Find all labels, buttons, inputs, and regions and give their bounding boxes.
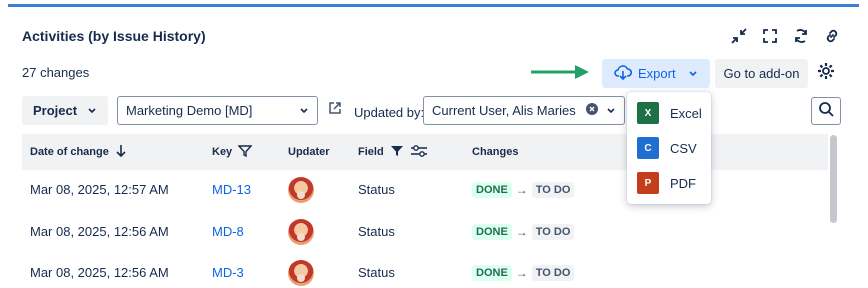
export-csv-item[interactable]: C CSV bbox=[627, 131, 711, 165]
row-key-link[interactable]: MD-13 bbox=[212, 169, 251, 210]
go-to-addon-button[interactable]: Go to add-on bbox=[715, 59, 808, 88]
row-date: Mar 08, 2025, 12:57 AM bbox=[30, 182, 169, 197]
export-excel-label: Excel bbox=[670, 105, 702, 121]
export-label: Export bbox=[638, 66, 676, 81]
avatar[interactable] bbox=[288, 176, 314, 203]
column-field-label: Field bbox=[358, 146, 384, 158]
vertical-scrollbar[interactable] bbox=[830, 135, 837, 223]
search-icon bbox=[818, 101, 834, 122]
updater-select-value: Current User, Alis Maries bbox=[432, 103, 576, 118]
column-updater-label: Updater bbox=[288, 146, 330, 158]
column-updater: Updater bbox=[288, 134, 330, 170]
row-field: Status bbox=[358, 182, 395, 197]
filter-active-icon[interactable] bbox=[390, 145, 404, 160]
row-changes: DONE → TO DO bbox=[472, 211, 575, 252]
column-date[interactable]: Date of change bbox=[30, 134, 127, 170]
clear-icon[interactable] bbox=[586, 103, 598, 118]
sliders-icon[interactable] bbox=[410, 144, 428, 161]
column-field[interactable]: Field bbox=[358, 134, 428, 170]
search-button[interactable] bbox=[811, 97, 841, 125]
settings-button[interactable] bbox=[814, 60, 838, 86]
project-label: Project bbox=[33, 103, 78, 118]
avatar[interactable] bbox=[288, 259, 314, 286]
panel-actions bbox=[729, 26, 841, 45]
column-key-label: Key bbox=[212, 146, 233, 158]
table-row: Mar 08, 2025, 12:56 AM MD-3 Status DONE … bbox=[22, 252, 828, 288]
cloud-download-icon bbox=[614, 64, 633, 83]
updater-select[interactable]: Current User, Alis Maries bbox=[423, 96, 625, 125]
csv-file-icon: C bbox=[637, 137, 659, 159]
collapse-icon[interactable] bbox=[729, 26, 748, 45]
export-csv-label: CSV bbox=[670, 140, 697, 156]
status-badge-to: TO DO bbox=[531, 264, 575, 281]
project-select[interactable]: Marketing Demo [MD] bbox=[117, 96, 318, 125]
updated-by-label: Updated by: bbox=[354, 105, 425, 120]
arrow-right-icon: → bbox=[515, 265, 528, 280]
status-badge-from: DONE bbox=[472, 181, 512, 198]
chevron-down-icon bbox=[606, 103, 616, 118]
row-date: Mar 08, 2025, 12:56 AM bbox=[30, 265, 169, 280]
row-date: Mar 08, 2025, 12:56 AM bbox=[30, 224, 169, 239]
sort-down-icon[interactable] bbox=[115, 144, 127, 161]
chevron-down-icon bbox=[87, 103, 97, 118]
row-changes: DONE → TO DO bbox=[472, 252, 575, 288]
export-menu: X Excel C CSV P PDF bbox=[627, 92, 711, 204]
export-button[interactable]: Export bbox=[602, 59, 710, 88]
status-badge-to: TO DO bbox=[531, 181, 575, 198]
row-changes: DONE → TO DO bbox=[472, 169, 575, 210]
column-changes: Changes bbox=[472, 134, 518, 170]
table-row: Mar 08, 2025, 12:56 AM MD-8 Status DONE … bbox=[22, 211, 828, 252]
project-filter-button[interactable]: Project bbox=[22, 96, 108, 125]
arrow-right-icon: → bbox=[515, 224, 528, 239]
external-link-icon bbox=[328, 101, 342, 120]
column-changes-label: Changes bbox=[472, 146, 519, 158]
chevron-down-icon bbox=[688, 66, 698, 81]
changes-count: 27 changes bbox=[22, 65, 90, 80]
project-select-value: Marketing Demo [MD] bbox=[126, 103, 253, 118]
arrow-right-icon: → bbox=[515, 182, 528, 197]
fullscreen-icon[interactable] bbox=[760, 26, 779, 45]
refresh-icon[interactable] bbox=[791, 26, 810, 45]
column-key[interactable]: Key bbox=[212, 134, 253, 170]
filter-icon[interactable] bbox=[237, 144, 253, 160]
gear-icon bbox=[817, 62, 835, 85]
chevron-down-icon bbox=[299, 103, 309, 118]
row-key-link[interactable]: MD-3 bbox=[212, 252, 244, 288]
annotation-arrow-icon bbox=[531, 65, 591, 84]
activities-panel: Activities (by Issue History) 27 changes… bbox=[8, 4, 859, 288]
panel-title: Activities (by Issue History) bbox=[22, 28, 206, 44]
pdf-file-icon: P bbox=[637, 172, 659, 194]
export-excel-item[interactable]: X Excel bbox=[627, 96, 711, 130]
row-key-link[interactable]: MD-8 bbox=[212, 211, 244, 252]
open-project-link[interactable] bbox=[326, 101, 344, 119]
column-date-label: Date of change bbox=[30, 146, 109, 158]
export-pdf-item[interactable]: P PDF bbox=[627, 166, 711, 200]
export-pdf-label: PDF bbox=[670, 175, 696, 191]
status-badge-from: DONE bbox=[472, 223, 512, 240]
status-badge-to: TO DO bbox=[531, 223, 575, 240]
row-field: Status bbox=[358, 224, 395, 239]
status-badge-from: DONE bbox=[472, 264, 512, 281]
row-field: Status bbox=[358, 265, 395, 280]
link-icon[interactable] bbox=[822, 26, 841, 45]
excel-file-icon: X bbox=[637, 102, 659, 124]
avatar[interactable] bbox=[288, 218, 314, 245]
